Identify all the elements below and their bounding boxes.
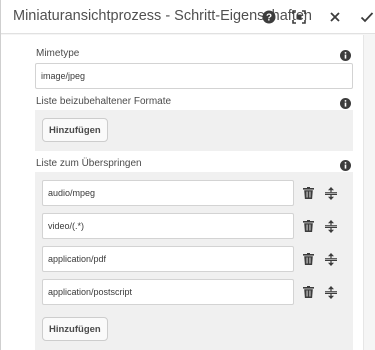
- skip-list-item-value: video/(.*): [48, 221, 85, 231]
- mimetype-field[interactable]: image/jpeg: [35, 63, 353, 89]
- close-icon[interactable]: [325, 7, 345, 27]
- checkmark-icon[interactable]: [357, 7, 375, 27]
- dialog-window: Miniaturansichtprozess - Schritt-Eigensc…: [0, 0, 375, 350]
- trash-icon[interactable]: [301, 285, 315, 299]
- fullscreen-icon[interactable]: [289, 7, 309, 27]
- skip-list-item-value: application/postscript: [48, 287, 133, 297]
- trash-icon[interactable]: [301, 252, 315, 266]
- mimetype-label: Mimetype: [36, 48, 80, 59]
- skip-list-item-field[interactable]: audio/mpeg: [42, 180, 294, 206]
- skip-list-multifield: audio/mpeg video/(.*) application/pdf ap…: [35, 172, 353, 350]
- skip-list-item-field[interactable]: application/postscript: [42, 279, 294, 305]
- keep-formats-label: Liste beizubehaltener Formate: [36, 96, 172, 107]
- keep-formats-add-button[interactable]: Hinzufügen: [42, 118, 108, 142]
- properties-panel: Mimetype image/jpeg Liste beizubehaltene…: [23, 35, 355, 350]
- skip-list-item-value: application/pdf: [48, 254, 107, 264]
- info-icon[interactable]: [340, 48, 351, 61]
- dialog-content: Mimetype image/jpeg Liste beizubehaltene…: [1, 35, 375, 350]
- dialog-titlebar: Miniaturansichtprozess - Schritt-Eigensc…: [1, 0, 375, 34]
- info-icon[interactable]: [340, 96, 351, 109]
- trash-icon[interactable]: [301, 186, 315, 200]
- move-handle-icon[interactable]: [324, 186, 338, 200]
- keep-formats-multifield: Hinzufügen: [35, 110, 353, 151]
- skip-list-item-value: audio/mpeg: [48, 188, 96, 198]
- skip-list-item-field[interactable]: video/(.*): [42, 213, 294, 239]
- move-handle-icon[interactable]: [324, 285, 338, 299]
- skip-list-item-field[interactable]: application/pdf: [42, 246, 294, 272]
- trash-icon[interactable]: [301, 219, 315, 233]
- mimetype-value: image/jpeg: [41, 71, 86, 81]
- help-icon[interactable]: ?: [259, 7, 279, 27]
- move-handle-icon[interactable]: [324, 252, 338, 266]
- move-handle-icon[interactable]: [324, 219, 338, 233]
- info-icon[interactable]: [340, 158, 351, 171]
- skip-list-add-button[interactable]: Hinzufügen: [42, 317, 108, 341]
- skip-list-label: Liste zum Überspringen: [36, 158, 142, 169]
- side-panel-edge: [363, 35, 375, 350]
- svg-text:?: ?: [266, 13, 272, 24]
